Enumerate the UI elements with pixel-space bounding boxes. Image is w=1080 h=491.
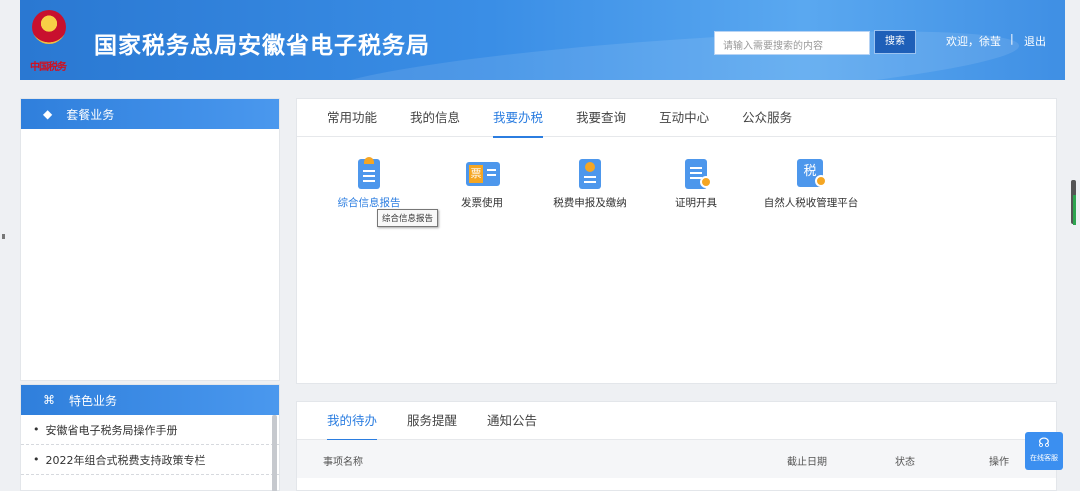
- tab-query[interactable]: 我要查询: [576, 99, 626, 137]
- list-item[interactable]: • 安徽省电子税务局操作手册: [21, 415, 279, 445]
- featured-panel-title: 特色业务: [69, 393, 118, 408]
- func-info-report[interactable]: 综合信息报告: [329, 157, 409, 210]
- site-title: 国家税务总局安徽省电子税务局: [94, 33, 430, 59]
- logout-link[interactable]: 退出: [1024, 33, 1046, 49]
- main-tabs: 常用功能 我的信息 我要办税 我要查询 互动中心 公众服务: [297, 99, 1056, 138]
- page-scrollbar-indicator: [1073, 195, 1076, 225]
- headset-icon: ☊: [1038, 436, 1050, 451]
- emblem-caption: 中国税务: [30, 62, 67, 73]
- todo-table-header: 事项名称 截止日期 状态 操作: [297, 440, 1056, 478]
- tooltip: 综合信息报告: [377, 209, 439, 227]
- online-service-button[interactable]: ☊ 在线客服: [1025, 432, 1063, 470]
- tab-my-info[interactable]: 我的信息: [410, 99, 460, 137]
- tab-interaction[interactable]: 互动中心: [659, 99, 709, 137]
- site-header: 中国税务 国家税务总局安徽省电子税务局 请输入需要搜索的内容 搜索 欢迎，徐莹 …: [20, 0, 1065, 80]
- tab-common[interactable]: 常用功能: [327, 99, 377, 137]
- func-label: 综合信息报告: [337, 197, 401, 209]
- column-header: 截止日期: [787, 457, 827, 468]
- featured-scrollbar[interactable]: [272, 415, 277, 491]
- func-label: 发票使用: [461, 197, 503, 209]
- online-service-label: 在线客服: [1030, 454, 1058, 462]
- list-item-label: 安徽省电子税务局操作手册: [45, 423, 178, 437]
- search-input[interactable]: 请输入需要搜索的内容: [714, 31, 870, 55]
- tab-my-todo[interactable]: 我的待办: [327, 402, 378, 441]
- report-icon: [353, 157, 385, 191]
- invoice-icon: 票: [466, 157, 500, 191]
- column-header: 事项名称: [323, 457, 363, 468]
- featured-panel-header[interactable]: ⌘ 特色业务: [21, 385, 279, 415]
- tax-emblem-icon: [32, 10, 66, 44]
- package-panel: ◆ 套餐业务: [20, 98, 280, 381]
- func-invoice[interactable]: 票 发票使用: [447, 157, 517, 210]
- personal-tax-icon: 税: [795, 157, 827, 191]
- todo-panel: 我的待办 服务提醒 通知公告 事项名称 截止日期 状态 操作: [296, 401, 1057, 491]
- tab-public-service[interactable]: 公众服务: [742, 99, 792, 137]
- column-header: 操作: [989, 457, 1009, 468]
- header-separator: |: [1010, 32, 1014, 45]
- func-label: 证明开具: [675, 197, 717, 209]
- func-tax-declare[interactable]: 税费申报及缴纳: [542, 157, 638, 210]
- tax-declare-icon: [574, 157, 606, 191]
- featured-panel: ⌘ 特色业务 • 安徽省电子税务局操作手册 • 2022年组合式税费支持政策专栏: [20, 384, 280, 491]
- search-button[interactable]: 搜索: [874, 30, 916, 54]
- column-header: 状态: [895, 457, 915, 468]
- func-certificate[interactable]: 证明开具: [661, 157, 731, 210]
- main-panel: 常用功能 我的信息 我要办税 我要查询 互动中心 公众服务 综合信息报告 票 发…: [296, 98, 1057, 384]
- layers-icon: ◆: [43, 107, 53, 121]
- tab-handle-tax[interactable]: 我要办税: [493, 99, 544, 138]
- page-marker: [2, 234, 5, 239]
- list-item[interactable]: • 2022年组合式税费支持政策专栏: [21, 445, 279, 475]
- tab-service-reminder[interactable]: 服务提醒: [407, 402, 457, 440]
- apps-icon: ⌘: [43, 393, 55, 407]
- func-personal-tax[interactable]: 税 自然人税收管理平台: [759, 157, 863, 210]
- func-label: 自然人税收管理平台: [763, 197, 859, 209]
- func-label: 税费申报及缴纳: [553, 197, 627, 209]
- welcome-text: 欢迎，徐莹: [946, 35, 1001, 48]
- bullet-icon: •: [33, 453, 40, 466]
- certificate-icon: [680, 157, 712, 191]
- package-panel-title: 套餐业务: [66, 107, 115, 122]
- tab-notice[interactable]: 通知公告: [487, 402, 537, 440]
- package-panel-header[interactable]: ◆ 套餐业务: [21, 99, 279, 129]
- bullet-icon: •: [33, 423, 40, 436]
- list-item-label: 2022年组合式税费支持政策专栏: [45, 453, 206, 467]
- todo-tabs: 我的待办 服务提醒 通知公告: [297, 402, 1056, 441]
